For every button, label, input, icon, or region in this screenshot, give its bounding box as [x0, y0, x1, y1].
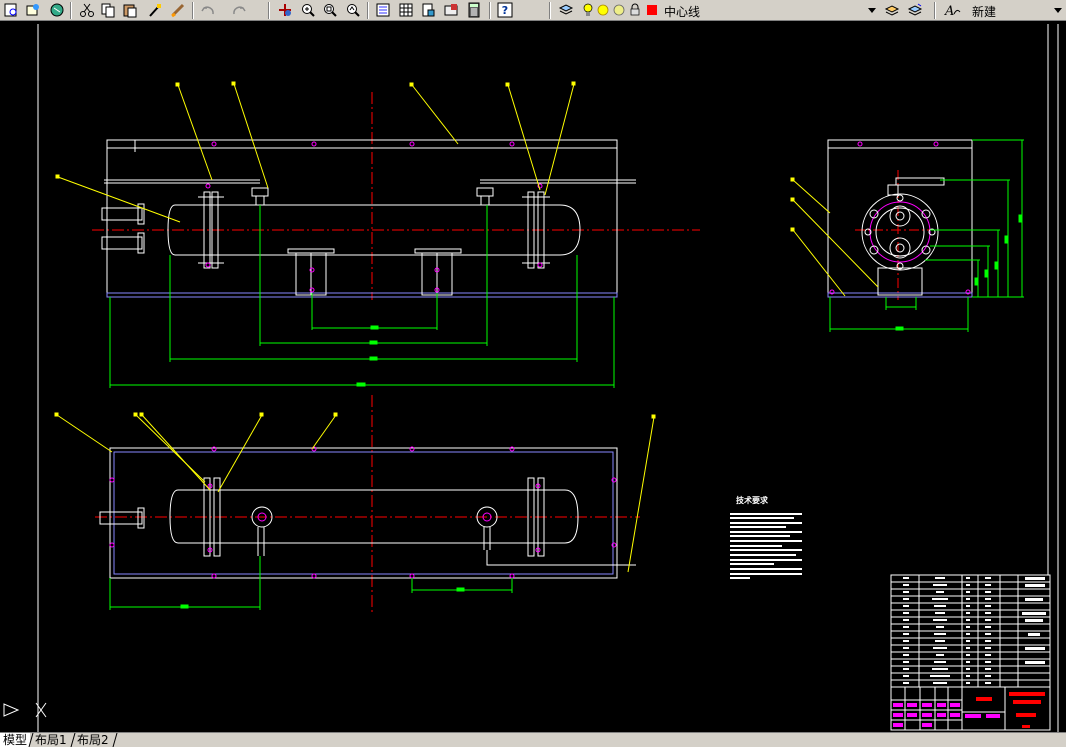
- lightbulb-icon[interactable]: [582, 2, 594, 18]
- viewport-freeze-icon[interactable]: [612, 2, 626, 18]
- toolbar-separator: [192, 2, 194, 19]
- plot-icon[interactable]: [48, 2, 66, 18]
- technical-requirements: 技术要求: [730, 495, 802, 579]
- layer-color-swatch-fill: [647, 5, 657, 15]
- zoom-window-icon[interactable]: [321, 2, 339, 18]
- svg-text:?: ?: [502, 4, 508, 17]
- publish-icon[interactable]: [24, 2, 42, 18]
- help-icon[interactable]: ?: [496, 2, 514, 18]
- text-style-name: 新建: [972, 5, 997, 19]
- standard-toolbar: ? 中心线 A 新建: [0, 0, 1066, 21]
- make-layer-current-icon[interactable]: [883, 2, 901, 18]
- ucs-icon: [3, 702, 47, 718]
- tech-req-title: 技术要求: [736, 495, 769, 505]
- title-block: [890, 574, 1051, 731]
- zoom-realtime-icon[interactable]: [299, 2, 317, 18]
- layer-manager-icon[interactable]: [557, 2, 575, 18]
- toolbar-separator: [549, 2, 551, 19]
- layer-name: 中心线: [664, 5, 701, 19]
- copy-icon[interactable]: [99, 2, 117, 18]
- tool-palettes-icon[interactable]: [419, 2, 437, 18]
- drawing-border: [37, 24, 1059, 732]
- top-view[interactable]: [54, 395, 656, 612]
- cut-icon[interactable]: [78, 2, 96, 18]
- side-view[interactable]: [790, 139, 1024, 332]
- toolbar-separator: [489, 2, 491, 19]
- sun-icon[interactable]: [596, 2, 610, 18]
- layer-dropdown[interactable]: 中心线: [664, 2, 878, 19]
- svg-text:A: A: [944, 4, 954, 18]
- pan-icon[interactable]: [276, 2, 294, 18]
- chevron-down-icon[interactable]: [1054, 8, 1062, 13]
- zoom-previous-icon[interactable]: [344, 2, 362, 18]
- toolbar-separator: [934, 2, 936, 19]
- text-style-icon[interactable]: A: [944, 2, 962, 18]
- toolbar-separator: [268, 2, 270, 19]
- chevron-down-icon[interactable]: [868, 8, 876, 13]
- lock-icon[interactable]: [628, 2, 642, 18]
- brush-icon[interactable]: [169, 2, 187, 18]
- layer-previous-icon[interactable]: [906, 2, 924, 18]
- toolbar-separator: [70, 2, 72, 19]
- sheet-set-icon[interactable]: [442, 2, 460, 18]
- redo-icon[interactable]: [230, 2, 248, 18]
- undo-icon[interactable]: [199, 2, 217, 18]
- layer-color-swatch: [645, 2, 659, 18]
- toolbar-separator: [367, 2, 369, 19]
- drawing-canvas[interactable]: 技术要求: [0, 21, 1066, 732]
- text-style-dropdown[interactable]: 新建: [970, 2, 1064, 19]
- tab-separators: [28, 733, 118, 747]
- match-properties-icon[interactable]: [146, 2, 164, 18]
- front-view[interactable]: [55, 81, 700, 388]
- zoom-preview-icon[interactable]: [2, 2, 20, 18]
- paste-icon[interactable]: [121, 2, 139, 18]
- design-center-icon[interactable]: [397, 2, 415, 18]
- layout-tabs-bar: 模型 布局1 布局2: [0, 732, 1066, 747]
- calculator-icon[interactable]: [465, 2, 483, 18]
- properties-icon[interactable]: [374, 2, 392, 18]
